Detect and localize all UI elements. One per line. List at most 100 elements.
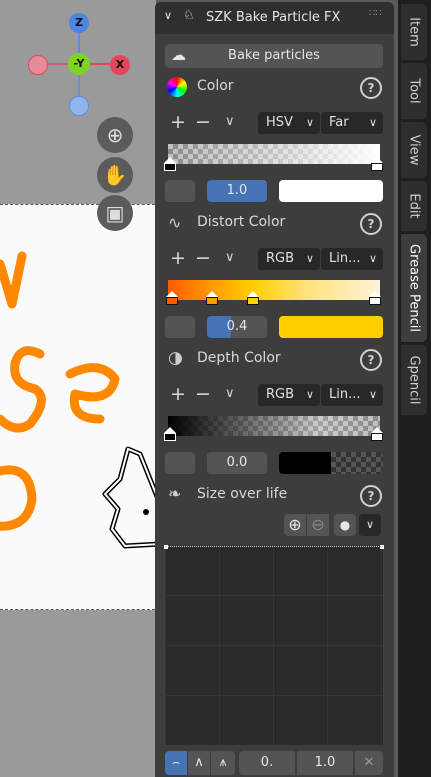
tab-tool-label: Tool (406, 78, 422, 104)
sidebar-panel: ∨ ♘ SZK Bake Particle FX ∷∷ ☁ Bake parti… (155, 2, 394, 777)
distort-icon: ∿ (168, 213, 182, 232)
tab-gpencil[interactable]: Gpencil (401, 345, 427, 415)
depth-help-icon[interactable]: ? (360, 349, 382, 371)
color-mode-dropdown[interactable]: HSV ∨ (258, 112, 320, 134)
tab-view-label: View (406, 134, 422, 166)
size-curve-graph[interactable] (164, 545, 384, 745)
color-interpolation-dropdown[interactable]: Far ∨ (321, 112, 383, 134)
tab-edit-label: Edit (406, 193, 422, 219)
tab-grease-pencil-label: Grease Pencil (406, 244, 422, 332)
color-stop-position[interactable]: 1.0 (207, 180, 267, 202)
color-wheel-icon (167, 77, 187, 97)
remove-stop-icon[interactable]: − (195, 384, 211, 404)
ramp-menu-chevron-icon[interactable]: ∨ (225, 248, 235, 268)
ramp-menu-chevron-icon[interactable]: ∨ (225, 384, 235, 404)
curve-handle-icon[interactable]: ● (334, 514, 356, 536)
zoom-out-icon[interactable]: ⊖ (307, 514, 329, 536)
gizmo-x-axis[interactable]: X (110, 55, 130, 75)
remove-stop-icon[interactable]: − (195, 112, 211, 132)
distort-interpolation-dropdown[interactable]: Lin... ∨ (321, 248, 383, 270)
sidebar-tabs: Item Tool View Edit Grease Pencil Gpenci… (398, 0, 431, 777)
viewport[interactable]: Z X -Y ⊕ ✋ ▣ (0, 0, 156, 777)
depth-stop-index[interactable] (165, 452, 195, 474)
depth-color-ramp[interactable] (168, 416, 380, 436)
curve-reset-icon[interactable]: ✕ (355, 751, 383, 775)
camera-icon[interactable]: ▣ (97, 195, 133, 231)
tab-item-label: Item (406, 17, 422, 47)
panel-title: SZK Bake Particle FX (206, 10, 341, 25)
depth-color-section-label: Depth Color (197, 350, 281, 366)
chevron-down-icon: ∨ (368, 116, 377, 129)
distort-ramp-stop[interactable] (247, 291, 259, 305)
color-ramp-stop[interactable] (371, 157, 383, 171)
depth-stop-position[interactable]: 0.0 (207, 452, 267, 474)
color-stop-index[interactable] (165, 180, 195, 202)
gizmo-neg-z-axis[interactable] (69, 96, 89, 116)
color-help-icon[interactable]: ? (360, 77, 382, 99)
zoom-icon[interactable]: ⊕ (97, 117, 133, 153)
curve-menu-chevron-icon[interactable]: ∨ (359, 514, 381, 536)
distort-stop-position[interactable]: 0.4 (207, 316, 267, 338)
tab-view[interactable]: View (401, 122, 427, 178)
gizmo-z-axis[interactable]: Z (69, 13, 89, 33)
depth-ramp-stop[interactable] (164, 427, 176, 441)
addon-icon: ♘ (183, 8, 195, 23)
color-ramp-stop[interactable] (164, 157, 176, 171)
distort-ramp-stop[interactable] (166, 291, 178, 305)
chevron-down-icon: ∨ (368, 252, 377, 265)
panel-header[interactable]: ∨ ♘ SZK Bake Particle FX ∷∷ (155, 2, 394, 34)
curve-min-field[interactable]: 0. (239, 751, 295, 775)
tab-grease-pencil[interactable]: Grease Pencil (401, 234, 427, 342)
depth-mode-value: RGB (266, 387, 295, 402)
depth-ramp-stop[interactable] (371, 427, 383, 441)
distort-ramp-stop[interactable] (369, 291, 381, 305)
chevron-down-icon: ∨ (368, 388, 377, 401)
bake-particles-label: Bake particles (228, 48, 320, 63)
distort-color-ramp[interactable] (168, 280, 380, 300)
drag-handle-icon[interactable]: ∷∷ (369, 8, 382, 19)
distort-position-value: 0.4 (226, 319, 248, 334)
distort-stop-index[interactable] (165, 316, 195, 338)
zoom-in-icon[interactable]: ⊕ (284, 514, 306, 536)
color-stop-swatch[interactable] (279, 180, 383, 202)
tab-gpencil-label: Gpencil (406, 355, 422, 405)
depth-interpolation-dropdown[interactable]: Lin... ∨ (321, 384, 383, 406)
depth-stop-swatch[interactable] (279, 452, 383, 474)
gizmo-neg-x-axis[interactable] (28, 55, 48, 75)
chevron-down-icon: ∨ (305, 252, 314, 265)
hand-pan-icon[interactable]: ✋ (97, 157, 133, 193)
tab-tool[interactable]: Tool (401, 63, 427, 119)
distort-mode-value: RGB (266, 251, 295, 266)
collapse-chevron-icon[interactable]: ∨ (164, 9, 172, 22)
distort-mode-dropdown[interactable]: RGB ∨ (258, 248, 320, 270)
curve-line (165, 546, 383, 547)
color-ramp[interactable] (168, 144, 380, 164)
extend-icon[interactable]: ⩚ (211, 751, 235, 775)
drawing-canvas[interactable] (0, 204, 156, 610)
size-curve-icon: ❧ (168, 484, 182, 503)
tab-edit[interactable]: Edit (401, 181, 427, 231)
grease-pencil-strokes (0, 251, 156, 549)
tab-item[interactable]: Item (401, 4, 427, 60)
bake-particles-button[interactable]: ☁ Bake particles (165, 44, 383, 68)
size-help-icon[interactable]: ? (360, 485, 382, 507)
distort-ramp-stop[interactable] (206, 291, 218, 305)
remove-stop-icon[interactable]: − (195, 248, 211, 268)
size-over-life-section-label: Size over life (197, 486, 288, 502)
distort-help-icon[interactable]: ? (360, 213, 382, 235)
add-stop-icon[interactable]: + (170, 248, 186, 268)
add-stop-icon[interactable]: + (170, 384, 186, 404)
color-mode-value: HSV (266, 115, 293, 130)
depth-mode-dropdown[interactable]: RGB ∨ (258, 384, 320, 406)
add-stop-icon[interactable]: + (170, 112, 186, 132)
distort-color-section-label: Distort Color (197, 214, 286, 230)
curve-max-field[interactable]: 1.0 (297, 751, 353, 775)
distort-stop-swatch[interactable] (279, 316, 383, 338)
vector-handle-icon[interactable]: ∧ (188, 751, 210, 775)
color-interpolation-value: Far (329, 115, 349, 130)
curve-toolbar: ⊕ ⊖ ● ∨ (283, 514, 383, 536)
gizmo-y-axis[interactable]: -Y (68, 53, 90, 75)
ramp-menu-chevron-icon[interactable]: ∨ (225, 112, 235, 132)
chevron-down-icon: ∨ (305, 388, 314, 401)
auto-handle-icon[interactable]: ⌢ (165, 751, 187, 775)
